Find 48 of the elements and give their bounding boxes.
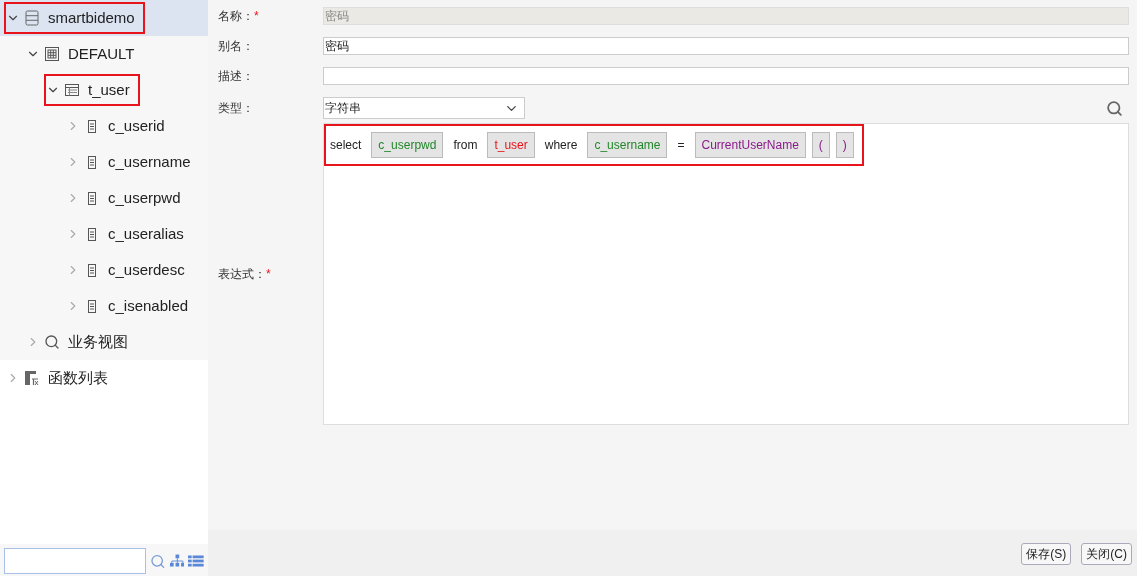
column-icon (88, 119, 96, 133)
footer-button[interactable]: 保存(S) (1021, 543, 1072, 565)
search-field[interactable] (4, 548, 146, 574)
expression-token[interactable]: c_username (587, 132, 668, 158)
column-icon (88, 299, 96, 313)
table-icon (65, 84, 79, 96)
required-mark: * (266, 266, 271, 283)
database-icon (25, 10, 39, 26)
expression-token: from (452, 137, 479, 154)
tree-item-label[interactable]: DEFAULT (68, 42, 135, 66)
field-label: 表达式： (218, 266, 266, 283)
field-label: 别名： (218, 38, 254, 55)
search-icon (44, 334, 60, 350)
expression-token[interactable]: t_user (487, 132, 535, 158)
field-label: 名称： (218, 8, 254, 25)
column-icon (88, 227, 96, 241)
field-label: 描述： (218, 68, 254, 85)
footer-button[interactable]: 关闭(C) (1081, 543, 1132, 565)
required-mark: * (254, 8, 259, 25)
expression-editor[interactable]: select c_userpwd from t_user where c_username = CurrentUserName ( ) (323, 123, 1129, 425)
list-icon[interactable] (188, 555, 204, 567)
alias-field[interactable]: 密码 (323, 37, 1129, 55)
expression-token[interactable]: ) (835, 132, 854, 158)
description-field[interactable] (323, 67, 1129, 85)
tree-item-label[interactable]: c_isenabled (108, 294, 189, 318)
tree-item-label[interactable]: c_userid (108, 114, 165, 138)
function-icon (24, 370, 40, 386)
expression-token[interactable]: c_userpwd (371, 132, 444, 158)
column-icon (88, 155, 96, 169)
expression-token[interactable]: CurrentUserName (694, 132, 806, 158)
tree-item-label[interactable]: 业务视图 (68, 330, 128, 354)
expression-token: = (676, 137, 686, 154)
hierarchy-icon[interactable] (169, 554, 185, 568)
expression-token: select (329, 137, 363, 154)
tree-item-label[interactable]: c_username (108, 150, 191, 174)
expression-token[interactable]: ( (811, 132, 830, 158)
column-icon (88, 191, 96, 205)
field-label: 类型： (218, 100, 254, 117)
tree-item-label[interactable]: c_userpwd (108, 186, 181, 210)
tree-item-label[interactable]: c_useralias (108, 222, 184, 246)
tree-item-label[interactable]: 函数列表 (48, 366, 108, 390)
column-icon (88, 263, 96, 277)
tree-item-label[interactable]: c_userdesc (108, 258, 185, 282)
type-dropdown[interactable]: 字符串 (323, 97, 525, 119)
expression-token: where (543, 137, 579, 154)
grid-icon (45, 47, 59, 61)
search-icon[interactable] (150, 552, 166, 570)
search-icon[interactable] (1106, 99, 1123, 117)
